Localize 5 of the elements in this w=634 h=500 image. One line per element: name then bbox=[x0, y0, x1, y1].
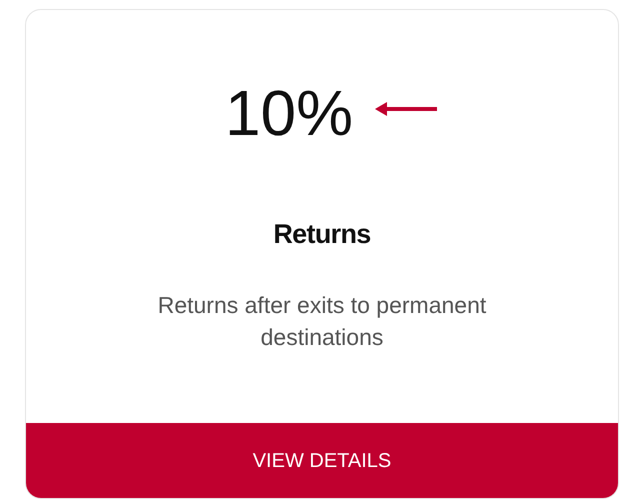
arrow-icon bbox=[375, 101, 438, 117]
view-details-button[interactable]: VIEW DETAILS bbox=[26, 423, 618, 498]
card-title: Returns bbox=[273, 218, 371, 251]
metric-value: 10% bbox=[224, 81, 354, 145]
card-description: Returns after exits to permanent destinations bbox=[156, 290, 488, 352]
